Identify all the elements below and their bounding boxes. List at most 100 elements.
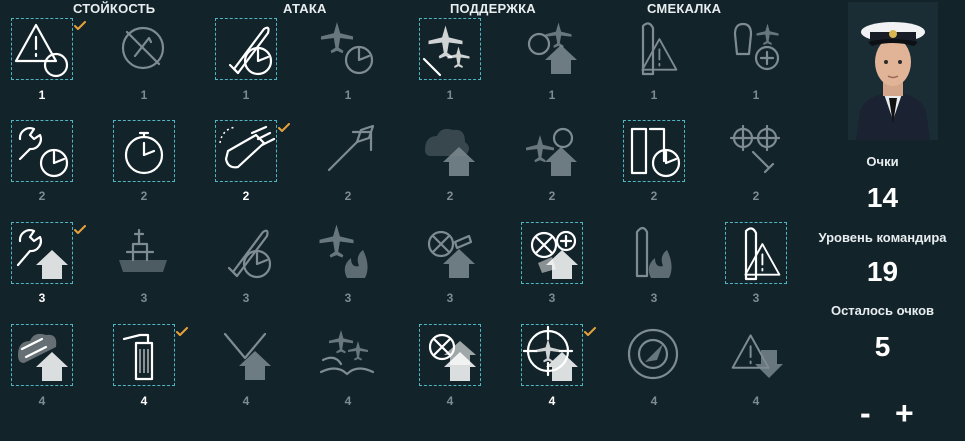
torpedo-reload-timer-icon [630,127,681,178]
torpedo-warning-icon [744,227,781,281]
skill-cost: 4 [548,394,556,408]
check-icon [278,123,290,132]
skill-slot[interactable] [419,18,481,80]
skill-cost: 3 [38,291,46,305]
plane-timer-icon [321,22,374,75]
minus-button[interactable]: - [860,397,871,429]
skill-cost: 1 [650,88,658,102]
skill-slot[interactable] [521,222,583,284]
skill-cost: 2 [752,189,760,203]
remaining-points-value: 5 [874,331,891,362]
crosshair-plane-upgrade-icon [522,325,578,381]
skill-slot[interactable] [215,222,277,284]
skill-slot[interactable] [623,324,685,386]
skill-slot[interactable] [419,324,481,386]
skill-slot[interactable] [11,222,73,284]
skill-slot[interactable] [215,120,277,182]
skill-slot[interactable] [215,324,277,386]
skill-slot[interactable] [113,120,175,182]
skill-slot[interactable] [11,324,73,386]
skill-slot[interactable] [419,120,481,182]
warning-down-icon [731,334,783,378]
skill-slot[interactable] [113,324,175,386]
skill-cost: 2 [548,189,556,203]
points-value: 14 [866,182,899,213]
points-label: Очки [866,154,899,169]
target-plus-upgrade-icon [530,230,578,279]
shells-upgrade-icon [18,333,68,381]
torpedo-warning-icon [641,22,678,76]
category-versatility: СМЕКАЛКА [647,1,722,16]
skill-cost: 1 [548,88,556,102]
skill-cost: 1 [242,88,250,102]
skill-slot[interactable] [623,222,685,284]
skill-cost: 1 [344,88,352,102]
skill-cost: 4 [140,394,148,408]
gear-wrench-icon [729,124,781,174]
crossed-torpedo-upgrade-icon [223,332,271,380]
skill-slot[interactable] [113,222,175,284]
skill-cost: 2 [38,189,46,203]
target-shell-upgrade-icon [427,230,475,278]
skill-cost: 1 [140,88,148,102]
shell-arrow-icon [327,124,375,172]
turret-icon [219,125,276,169]
skill-cost: 3 [344,291,352,305]
skill-cost: 4 [752,394,760,408]
skill-slot[interactable] [521,120,583,182]
plane-fire-icon [319,224,368,278]
check-icon [176,327,188,336]
skill-cost: 4 [344,394,352,408]
check-icon [584,327,596,336]
skill-slot[interactable] [521,18,583,80]
skill-cost: 3 [242,291,250,305]
canister-icon [122,333,154,381]
skill-cost: 1 [752,88,760,102]
wrench-timer-icon [18,127,69,178]
skill-slot[interactable] [215,18,277,80]
skill-slot[interactable] [11,18,73,80]
torpedo-timer-icon [227,229,272,279]
commander-level-label: Уровень командира [818,230,947,245]
skill-slot[interactable] [317,18,379,80]
fighter-planes-icon [422,25,470,77]
skill-cost: 1 [446,88,454,102]
skill-slot[interactable] [725,324,787,386]
skill-slot[interactable] [623,120,685,182]
skill-cost: 4 [38,394,46,408]
commander-level-value: 19 [866,256,899,287]
skill-cost: 2 [344,189,352,203]
skill-cost: 4 [446,394,454,408]
check-icon [74,21,86,30]
stopwatch-icon [124,131,164,175]
skill-cost: 3 [650,291,658,305]
skill-slot[interactable] [725,18,787,80]
skill-slot[interactable] [725,120,787,182]
skill-cost: 3 [548,291,556,305]
skill-slot[interactable] [317,120,379,182]
skill-cost: 3 [446,291,454,305]
skill-slot[interactable] [623,18,685,80]
skill-slot[interactable] [521,324,583,386]
skill-slot[interactable] [317,222,379,284]
planes-ship-icon [319,330,375,376]
skill-slot[interactable] [113,18,175,80]
skill-cost: 2 [140,189,148,203]
plane-upgrade-icon [527,22,577,74]
double-upgrade-icon [428,333,476,381]
crossed-compass-icon [121,26,165,70]
plus-button[interactable]: + [895,397,914,429]
skill-cost: 3 [140,291,148,305]
radar-icon [627,328,679,380]
smoke-upgrade-icon [425,128,475,176]
skill-slot[interactable] [419,222,481,284]
warning-timer-icon [14,23,69,78]
skill-cost: 3 [752,291,760,305]
skill-slot[interactable] [317,324,379,386]
skill-slot[interactable] [11,120,73,182]
commander-portrait [848,2,938,140]
bomb-plane-plus-icon [733,22,780,71]
category-support: ПОДДЕРЖКА [450,1,536,16]
skill-cost: 2 [242,189,250,203]
skill-slot[interactable] [725,222,787,284]
